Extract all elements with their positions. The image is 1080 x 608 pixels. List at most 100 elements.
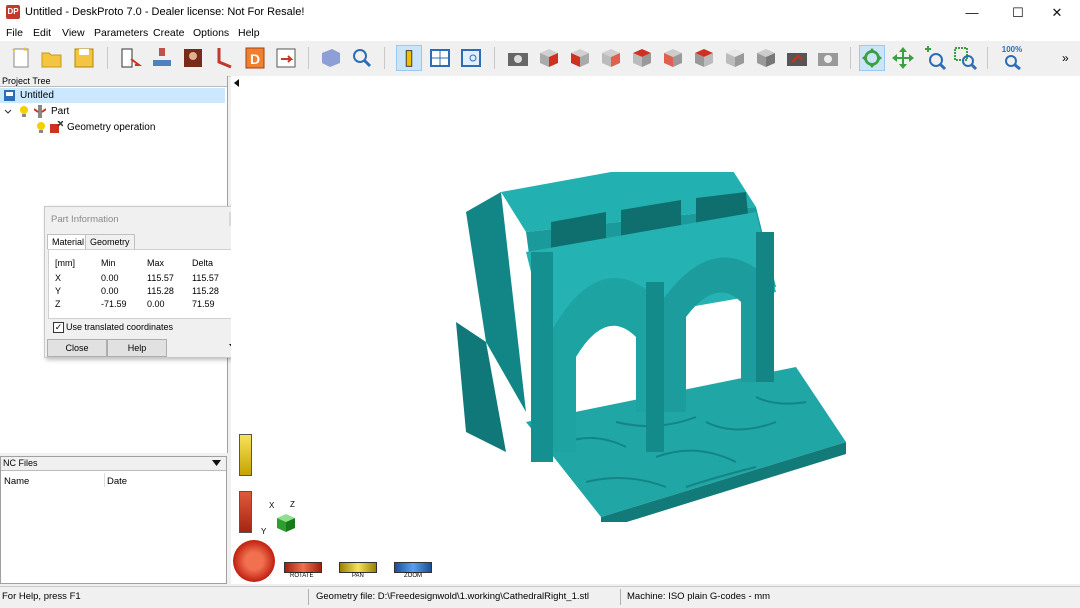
app-icon: DP <box>6 5 20 19</box>
3d-viewport[interactable]: X Z Y ROTATE PAN ZOOM <box>231 76 1080 584</box>
rotate-control[interactable] <box>284 562 322 573</box>
open-project-icon[interactable] <box>39 45 65 71</box>
camera-icon[interactable] <box>505 45 531 71</box>
toolbar-separator <box>308 47 309 69</box>
collapse-panel-icon[interactable] <box>233 79 241 87</box>
column-header-name[interactable]: Name <box>4 476 29 487</box>
grid-row-x-max: 115.57 <box>147 273 174 283</box>
toolbar-overflow[interactable]: » <box>1062 51 1069 65</box>
view-4-icon[interactable] <box>629 45 655 71</box>
menu-view[interactable]: View <box>62 27 85 39</box>
load-geometry-icon[interactable] <box>117 45 143 71</box>
image-icon[interactable] <box>180 45 206 71</box>
close-button[interactable]: Close <box>47 339 107 357</box>
view-3-icon[interactable] <box>598 45 624 71</box>
grid-header-max: Max <box>147 258 165 268</box>
translated-coordinates-checkbox[interactable]: ✓ <box>53 322 64 333</box>
tree-item-part[interactable]: Part <box>0 104 225 119</box>
help-button[interactable]: Help <box>107 339 167 357</box>
geometry-operation-icon <box>50 121 63 133</box>
part-information-dialog: Part Information Material Geometry [mm] … <box>44 206 247 358</box>
model-pillar-right <box>756 232 774 382</box>
part-operation-icon[interactable] <box>149 45 175 71</box>
grid-row-z-min: -71.59 <box>101 299 127 309</box>
pan-label: PAN <box>352 573 364 579</box>
column-header-date[interactable]: Date <box>107 476 127 487</box>
view-6-icon[interactable] <box>691 45 717 71</box>
grid-header-delta: Delta <box>192 258 214 268</box>
menu-edit[interactable]: Edit <box>33 27 51 39</box>
toolbar-separator <box>850 47 851 69</box>
grid-header-min: Min <box>101 258 116 268</box>
side-slider-yellow[interactable] <box>239 434 252 476</box>
drawing-icon[interactable]: D <box>242 45 268 71</box>
lightbulb-icon[interactable] <box>36 121 46 134</box>
toolbar-separator <box>384 47 385 69</box>
zoom-label: ZOOM <box>404 573 422 579</box>
find-icon[interactable] <box>349 45 375 71</box>
zoom-all-icon[interactable]: 100% <box>999 45 1025 71</box>
zoom-window-icon[interactable] <box>952 45 978 71</box>
tab-material[interactable]: Material <box>47 234 90 250</box>
view-8-icon[interactable] <box>753 45 779 71</box>
model-render <box>456 172 846 522</box>
pan-control[interactable] <box>339 562 377 573</box>
toolbar: D 100% » <box>0 41 1080 77</box>
rotate-icon[interactable] <box>859 45 885 71</box>
status-geometry-file: Geometry file: D:\Freedesignwold\1.worki… <box>316 591 589 602</box>
iso-view-icon[interactable] <box>722 45 748 71</box>
export-icon[interactable] <box>273 45 299 71</box>
tree-item-project[interactable]: Untitled <box>0 88 225 103</box>
coordinates-grid: [mm] Min Max Delta X 0.00 115.57 115.57 … <box>48 249 244 319</box>
project-tree-header: Project Tree <box>0 76 227 87</box>
grid-row-y-label: Y <box>55 286 62 296</box>
grid-row-x-delta: 115.57 <box>192 273 219 283</box>
dialog-title: Part Information <box>51 214 119 225</box>
tree-item-geometry-operation[interactable]: Geometry operation <box>0 120 225 135</box>
zoom-in-icon[interactable] <box>921 45 947 71</box>
snapshot-icon[interactable] <box>815 45 841 71</box>
toolbar-separator <box>987 47 988 69</box>
save-project-icon[interactable] <box>71 45 97 71</box>
front-view-icon[interactable] <box>536 45 562 71</box>
tab-geometry[interactable]: Geometry <box>85 234 135 250</box>
menu-parameters[interactable]: Parameters <box>94 27 148 39</box>
vector-icon[interactable] <box>211 45 237 71</box>
shaded-view-icon[interactable] <box>318 45 344 71</box>
grid-row-y-delta: 115.28 <box>192 286 219 296</box>
lightbulb-icon[interactable] <box>19 105 29 118</box>
menu-create[interactable]: Create <box>153 27 185 39</box>
close-button[interactable]: ✕ <box>1034 0 1080 25</box>
window-title: Untitled - DeskProto 7.0 - Dealer licens… <box>25 6 305 18</box>
svg-text:D: D <box>250 51 260 67</box>
toolbar-separator <box>494 47 495 69</box>
title-bar: DP Untitled - DeskProto 7.0 - Dealer lic… <box>0 0 1080 25</box>
status-machine: Machine: ISO plain G-codes - mm <box>627 591 771 602</box>
menu-file[interactable]: File <box>6 27 23 39</box>
menu-help[interactable]: Help <box>238 27 260 39</box>
part-icon <box>34 105 46 118</box>
pan-icon[interactable] <box>890 45 916 71</box>
status-bar: For Help, press F1 Geometry file: D:\Fre… <box>0 586 1080 608</box>
grid-row-y-max: 115.28 <box>147 286 174 296</box>
axis-y-label: Y <box>261 527 267 536</box>
render-icon[interactable] <box>784 45 810 71</box>
dropdown-arrow-icon[interactable] <box>212 460 221 466</box>
side-slider-red[interactable] <box>239 491 252 533</box>
view-5-icon[interactable] <box>660 45 686 71</box>
panel-icon[interactable] <box>458 45 484 71</box>
status-separator <box>620 589 621 605</box>
zoom-control[interactable] <box>394 562 432 573</box>
nc-files-title: NC Files <box>3 458 38 468</box>
info-icon[interactable] <box>396 45 422 71</box>
new-project-icon[interactable] <box>8 45 34 71</box>
menu-options[interactable]: Options <box>193 27 229 39</box>
view-2-icon[interactable] <box>567 45 593 71</box>
window-icon[interactable] <box>427 45 453 71</box>
minimize-button[interactable]: — <box>949 0 995 25</box>
expand-chevron-icon[interactable] <box>4 108 12 116</box>
grid-row-z-delta: 71.59 <box>192 299 215 309</box>
grid-row-y-min: 0.00 <box>101 286 119 296</box>
rotate-wheel[interactable] <box>233 540 275 582</box>
grid-row-z-max: 0.00 <box>147 299 165 309</box>
